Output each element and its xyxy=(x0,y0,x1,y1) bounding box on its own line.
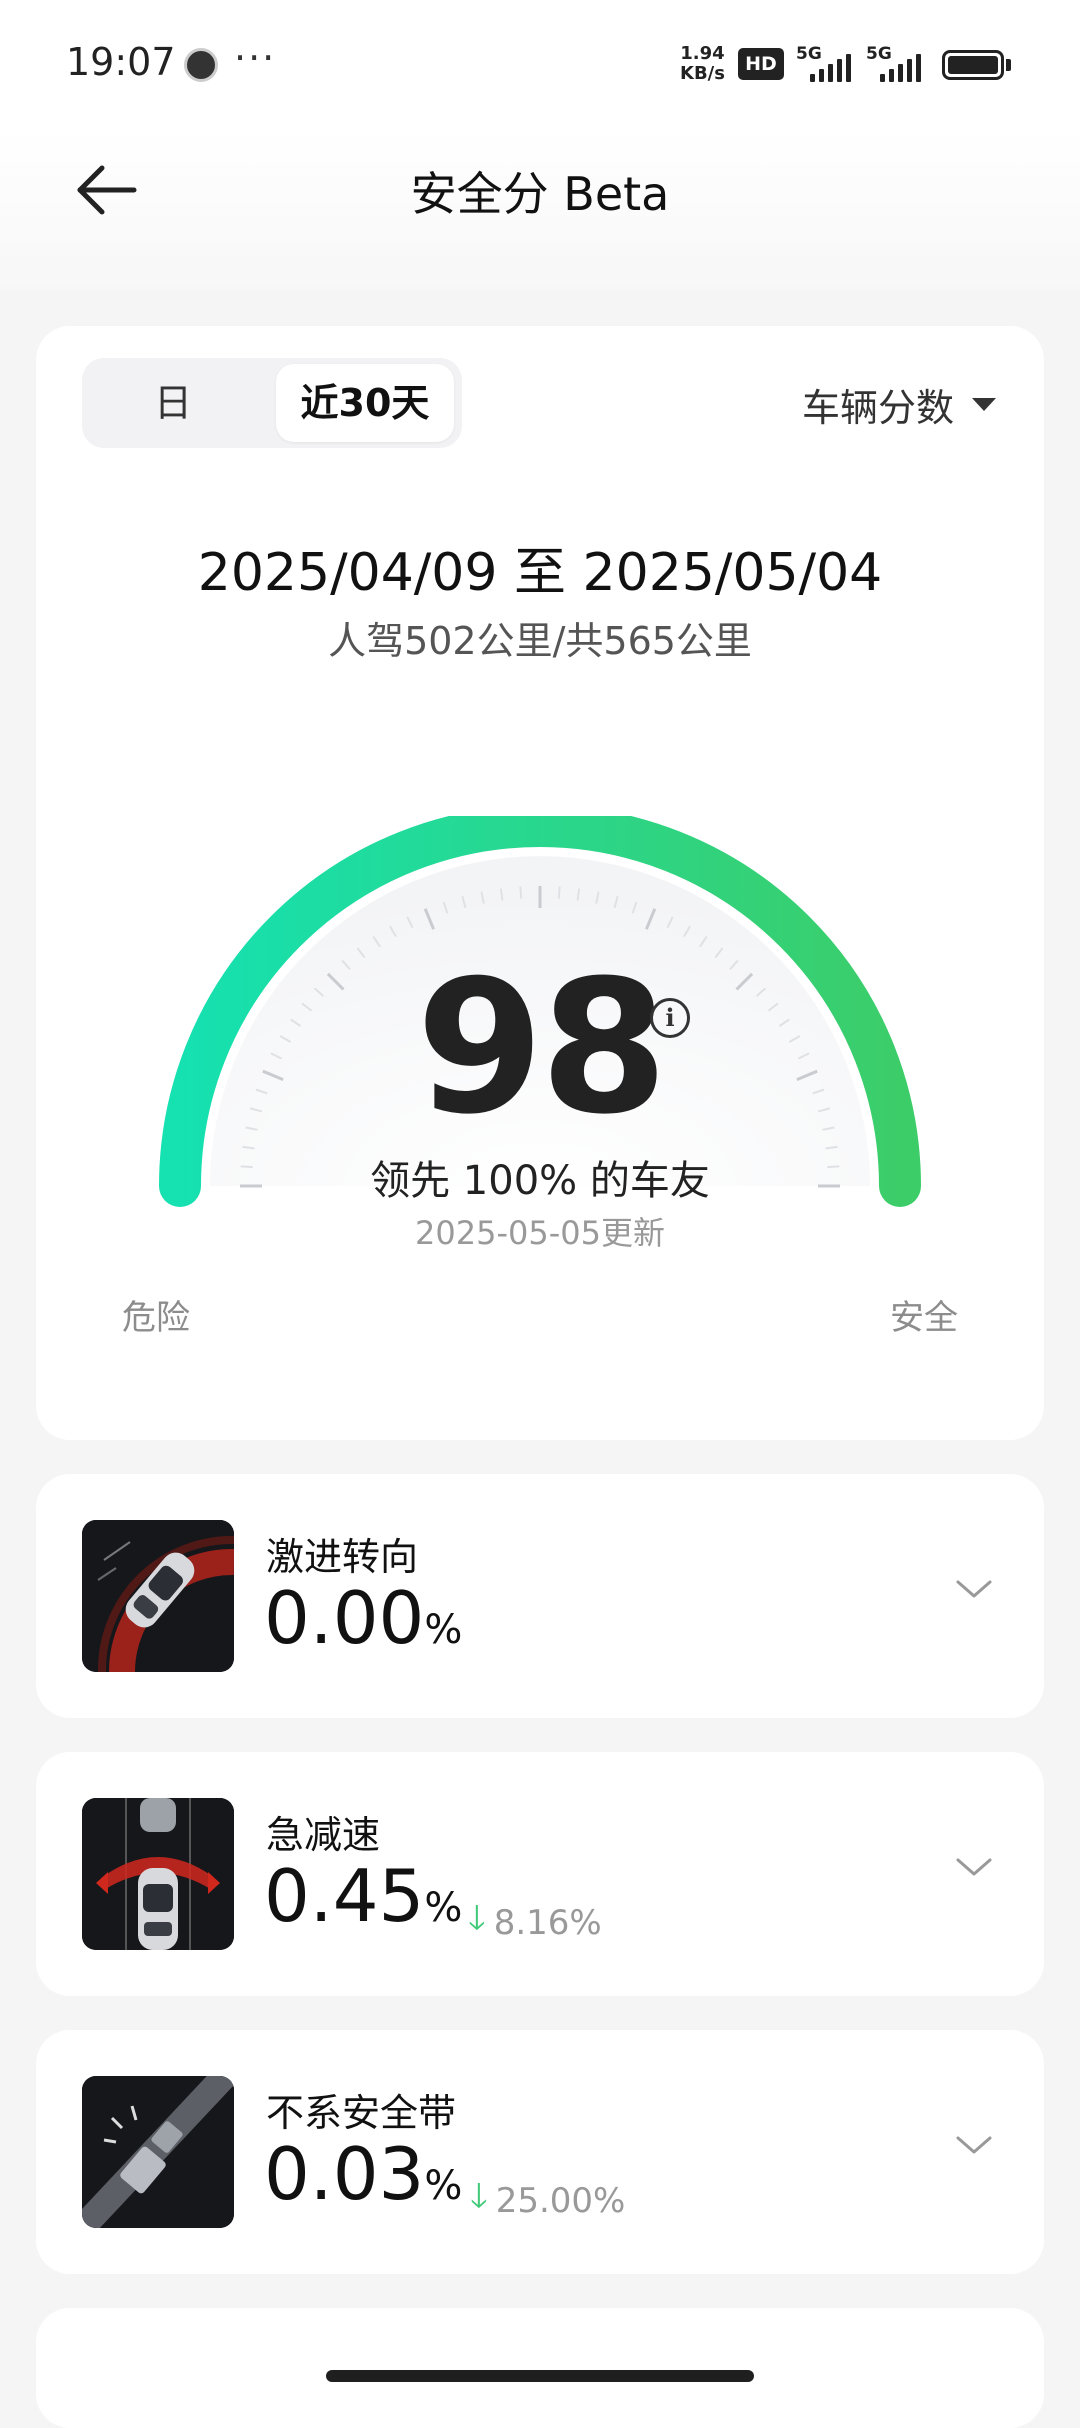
metric-unit: % xyxy=(424,1607,463,1653)
tab-day[interactable]: 日 xyxy=(88,364,258,442)
metric-title: 急减速 xyxy=(266,1813,381,1857)
clock-app-icon xyxy=(184,48,218,82)
period-segmented-control: 日 近30天 xyxy=(82,358,462,448)
date-range: 2025/04/09 至 2025/05/04 xyxy=(197,543,883,603)
metric-change: 🡓 8.16% xyxy=(468,1894,602,1951)
metric-unit: % xyxy=(424,1885,463,1931)
page-title: 安全分 Beta xyxy=(410,167,670,221)
network-speed: 1.94 KB/s xyxy=(680,44,725,84)
battery-tip xyxy=(1006,59,1011,71)
metric-title: 不系安全带 xyxy=(266,2091,457,2135)
metric-number: 0.00 xyxy=(264,1576,425,1660)
tab-last-30-days[interactable]: 近30天 xyxy=(276,364,454,442)
gauge-tick xyxy=(519,886,523,899)
metric-change-value: 8.16% xyxy=(493,1902,602,1943)
battery-icon xyxy=(942,50,1004,80)
arrow-down-icon: 🡓 xyxy=(470,2176,488,2216)
metric-card-aggressive-steering[interactable]: 激进转向 0.00% xyxy=(36,1474,1044,1718)
chevron-down-icon[interactable] xyxy=(954,1852,994,1882)
arrow-down-icon: 🡓 xyxy=(468,1898,486,1938)
updated-date: 2025-05-05更新 xyxy=(415,1214,665,1252)
chevron-down-icon[interactable] xyxy=(954,1574,994,1604)
home-indicator[interactable] xyxy=(326,2370,754,2382)
score-summary-card: 日 近30天 车辆分数 2025/04/09 至 2025/05/04 人驾50… xyxy=(36,326,1044,1440)
metric-value: 0.00% xyxy=(264,1582,462,1654)
caret-down-icon xyxy=(972,397,996,411)
gauge-tick xyxy=(557,886,561,899)
metric-title: 激进转向 xyxy=(266,1535,419,1579)
aggressive-steering-icon xyxy=(82,1520,234,1672)
metric-value: 0.45% xyxy=(264,1860,462,1932)
network-speed-unit: KB/s xyxy=(680,63,725,84)
nav-bar: 安全分 Beta xyxy=(0,130,1080,290)
metric-number: 0.03 xyxy=(264,2132,425,2216)
chevron-down-icon[interactable] xyxy=(954,2130,994,2160)
metric-value: 0.03% xyxy=(264,2138,462,2210)
metric-unit: % xyxy=(424,2163,463,2209)
metric-card-seatbelt[interactable]: 不系安全带 0.03% 🡓 25.00% xyxy=(36,2030,1044,2274)
percentile-rank: 领先 100% 的车友 xyxy=(370,1158,710,1204)
distance-summary: 人驾502公里/共565公里 xyxy=(328,619,752,663)
status-bar: 19:07 ··· 1.94 KB/s HD 5G 5G xyxy=(0,0,1080,130)
gauge-min-label: 危险 xyxy=(122,1298,190,1338)
gauge-max-label: 安全 xyxy=(890,1298,958,1338)
safety-score-value: 98 xyxy=(415,941,668,1155)
hd-voice-icon: HD xyxy=(738,48,784,80)
more-notifications-icon: ··· xyxy=(234,36,277,80)
seatbelt-unbuckled-icon xyxy=(82,2076,234,2228)
status-time: 19:07 xyxy=(66,40,176,84)
vehicle-score-label: 车辆分数 xyxy=(801,385,954,430)
metric-change: 🡓 25.00% xyxy=(470,2172,625,2229)
network-speed-value: 1.94 xyxy=(680,43,725,64)
info-icon[interactable]: i xyxy=(650,998,690,1038)
vehicle-score-dropdown[interactable]: 车辆分数 xyxy=(802,374,996,434)
metric-change-value: 25.00% xyxy=(495,2180,626,2221)
metric-card-partial xyxy=(36,2308,1044,2428)
metric-card-hard-braking[interactable]: 急减速 0.45% 🡓 8.16% xyxy=(36,1752,1044,1996)
hard-braking-icon xyxy=(82,1798,234,1950)
metric-number: 0.45 xyxy=(264,1854,425,1938)
